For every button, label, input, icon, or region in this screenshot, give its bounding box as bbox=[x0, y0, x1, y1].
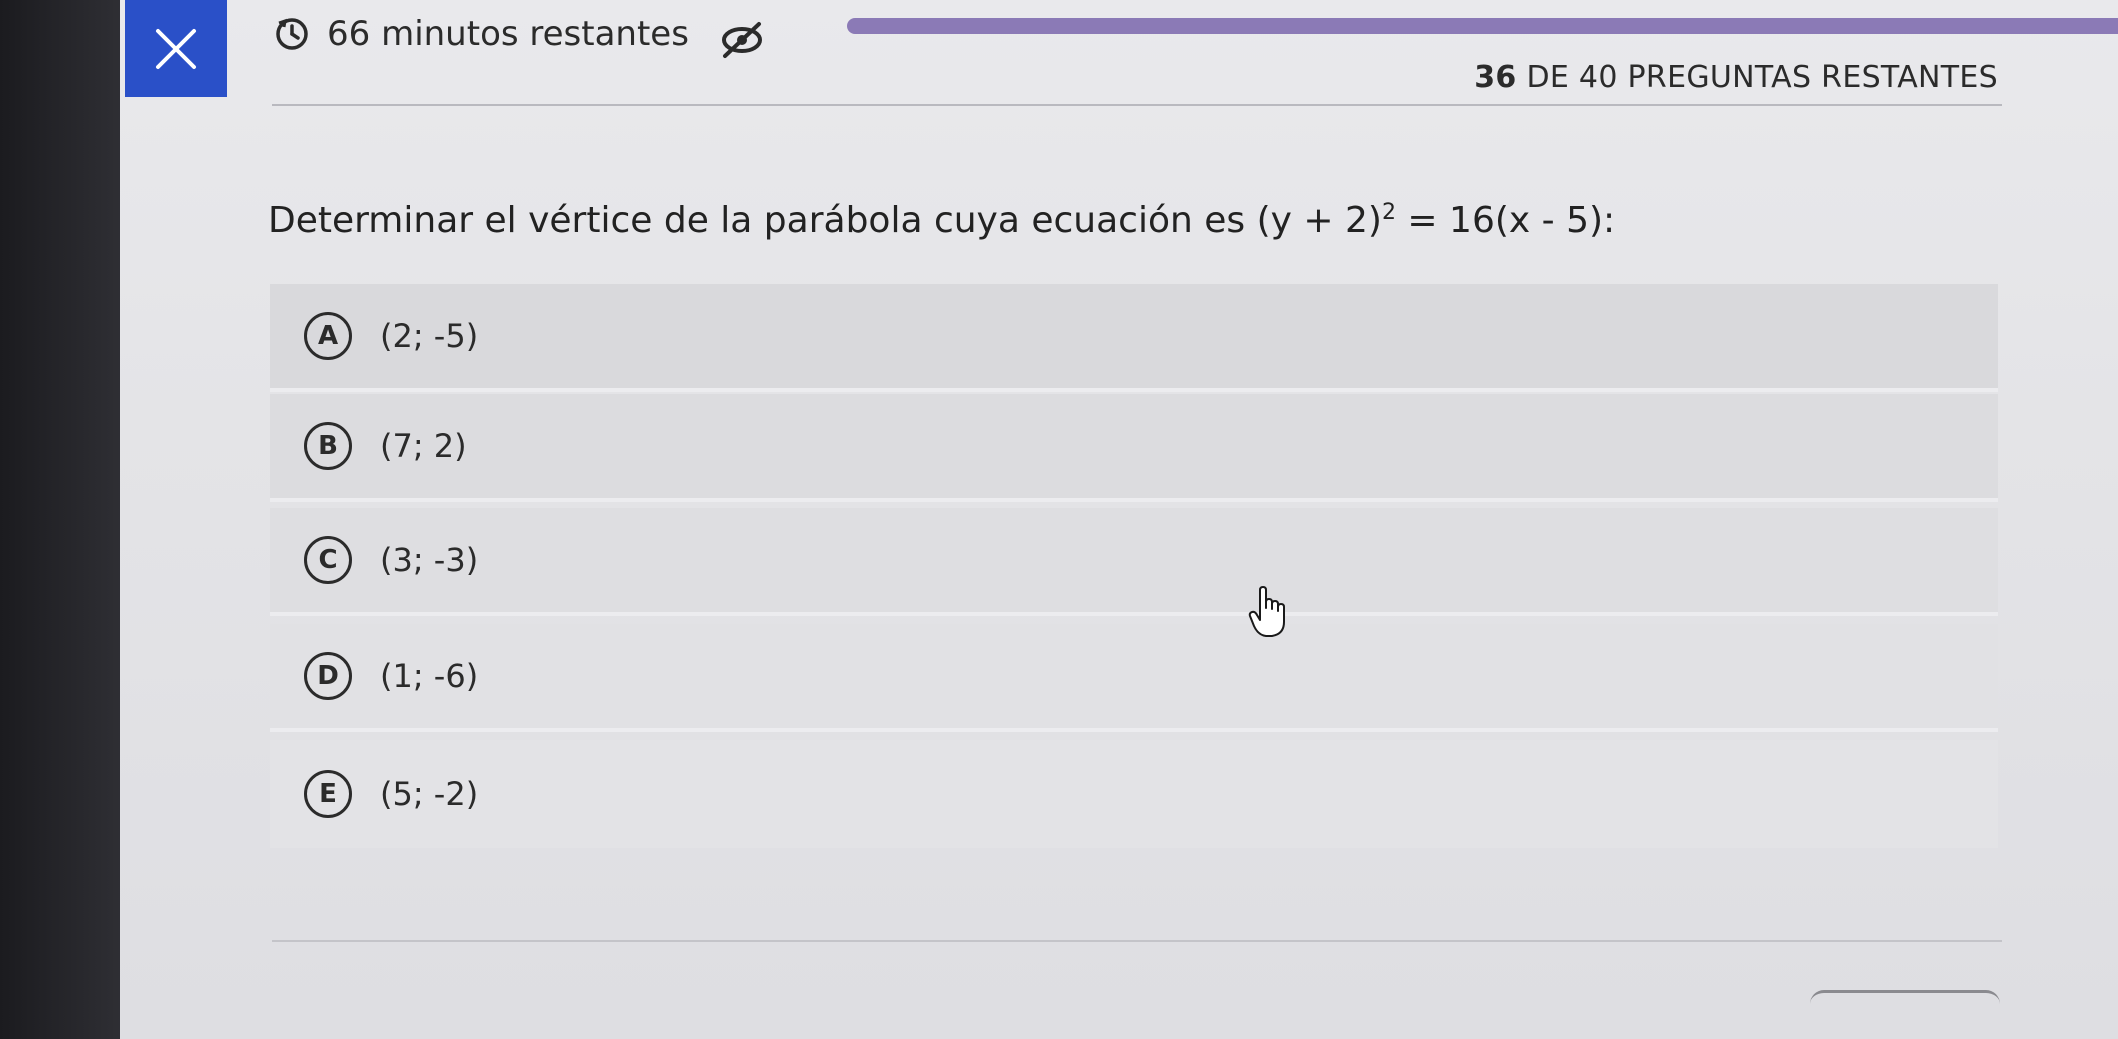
footer-divider bbox=[272, 940, 2002, 942]
header-divider bbox=[272, 104, 2002, 106]
questions-count: 36 bbox=[1474, 60, 1517, 95]
next-button[interactable] bbox=[1810, 990, 2000, 1039]
option-text: (1; -6) bbox=[380, 657, 479, 695]
hand-cursor-icon bbox=[1248, 586, 1288, 644]
option-a[interactable]: A (2; -5) bbox=[270, 284, 1998, 392]
equation-right: = 16(x - 5): bbox=[1395, 200, 1616, 241]
close-button[interactable] bbox=[125, 0, 227, 97]
option-text: (2; -5) bbox=[380, 317, 479, 355]
option-text: (3; -3) bbox=[380, 541, 479, 579]
option-text: (7; 2) bbox=[380, 427, 467, 465]
questions-remaining: 36 DE 40 PREGUNTAS RESTANTES bbox=[1474, 60, 1998, 95]
option-c[interactable]: C (3; -3) bbox=[270, 508, 1998, 616]
option-letter: E bbox=[304, 770, 352, 818]
option-letter: B bbox=[304, 422, 352, 470]
option-letter: D bbox=[304, 652, 352, 700]
option-text: (5; -2) bbox=[380, 775, 479, 813]
option-letter: A bbox=[304, 312, 352, 360]
option-b[interactable]: B (7; 2) bbox=[270, 394, 1998, 502]
time-remaining-text: 66 minutos restantes bbox=[327, 14, 689, 54]
timer: 66 minutos restantes bbox=[275, 14, 689, 54]
exam-header: 66 minutos restantes 36 DE 40 PREGUNTAS … bbox=[227, 0, 2118, 100]
option-d[interactable]: D (1; -6) bbox=[270, 624, 1998, 732]
option-e[interactable]: E (5; -2) bbox=[270, 740, 1998, 848]
progress-bar bbox=[847, 18, 2118, 34]
question-prefix: Determinar el vértice de la parábola cuy… bbox=[268, 200, 1257, 241]
eye-off-icon[interactable] bbox=[719, 20, 765, 64]
option-letter: C bbox=[304, 536, 352, 584]
equation-left: (y + 2) bbox=[1256, 200, 1382, 241]
close-icon bbox=[154, 27, 198, 71]
questions-suffix: DE 40 PREGUNTAS RESTANTES bbox=[1526, 60, 1998, 95]
question-text: Determinar el vértice de la parábola cuy… bbox=[268, 200, 1615, 241]
equation-exponent: 2 bbox=[1381, 200, 1396, 225]
timer-icon bbox=[275, 17, 309, 51]
